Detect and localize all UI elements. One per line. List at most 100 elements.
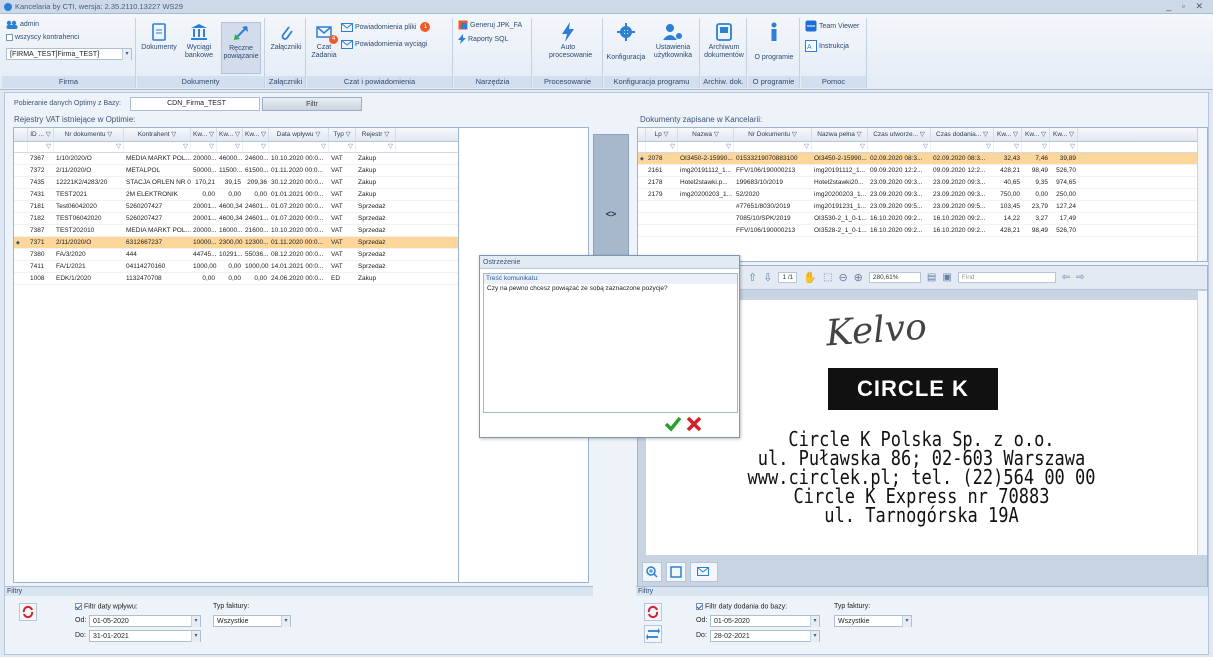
filter-funnel-icon[interactable]: ▽	[734, 142, 812, 152]
cancel-x-icon[interactable]	[685, 415, 703, 433]
filter-funnel-icon[interactable]: ▽	[356, 142, 396, 152]
column-header[interactable]: Kw... ▽	[217, 128, 243, 141]
table-row[interactable]: 7435 12221K2/4283/20 STACJA ORLEN NR 05 170…	[14, 177, 458, 189]
filter-funnel-icon[interactable]: ▽	[646, 142, 678, 152]
column-header[interactable]: Nr Dokumentu ▽	[734, 128, 812, 141]
filter-funnel-icon[interactable]: ▽	[243, 142, 269, 152]
grid-filter-row[interactable]: ▽ ▽ ▽ ▽ ▽ ▽ ▽ ▽ ▽	[638, 142, 1207, 153]
from-date-picker[interactable]: 01-05-2020 ▾	[89, 615, 201, 627]
column-header[interactable]: Czas utworze... ▽	[868, 128, 931, 141]
arrow-down-icon[interactable]: ⇩	[763, 271, 772, 284]
zoom-out-icon[interactable]: ⊖	[838, 271, 847, 284]
about-button[interactable]: O programie	[750, 22, 798, 62]
table-row[interactable]: 7181 Test06042020 5260207427 20001... 4600,3…	[14, 201, 458, 213]
refresh-icon[interactable]	[644, 603, 662, 621]
zoom-in-icon[interactable]	[642, 562, 662, 582]
column-header[interactable]: Kw... ▽	[994, 128, 1022, 141]
source-db-field[interactable]: CDN_Firma_TEST	[130, 97, 260, 111]
filter-funnel-icon[interactable]: ▽	[269, 142, 329, 152]
filter-button[interactable]: Filtr	[262, 97, 362, 111]
select-tool-icon[interactable]: ⬚	[823, 272, 832, 283]
find-input[interactable]: Find	[957, 272, 1056, 283]
page-indicator[interactable]: 1 /1	[778, 272, 798, 283]
table-row[interactable]: 2161 img20191112_1... FFV/106/190000213 img…	[638, 165, 1207, 177]
column-header[interactable]: Kontrahent ▽	[124, 128, 191, 141]
to-date-picker[interactable]: 28-02-2021 ▾	[710, 630, 820, 642]
window-controls[interactable]: _ ▫ ✕	[1166, 1, 1207, 12]
archive-button[interactable]: Archiwum dokumentów	[703, 22, 745, 60]
filter-funnel-icon[interactable]: ▽	[1050, 142, 1078, 152]
manual-button[interactable]: A Instrukcja	[805, 40, 849, 52]
column-header[interactable]: Kw... ▽	[191, 128, 217, 141]
find-next-icon[interactable]: ⇨	[1076, 272, 1084, 283]
table-row[interactable]: #77651/8030/2019 img20191231_1... 23.09.20…	[638, 201, 1207, 213]
arrow-up-icon[interactable]: ⇧	[748, 271, 757, 284]
refresh-icon[interactable]	[19, 603, 37, 621]
invoice-type-select[interactable]: Wszystkie ▾	[834, 615, 912, 627]
column-header[interactable]: Kw... ▽	[1022, 128, 1050, 141]
table-row[interactable]: 7372 2/11/2020/O METALPOL 50000... 11500... 6…	[14, 165, 458, 177]
column-header[interactable]: Nr dokumentu ▽	[54, 128, 124, 141]
table-row[interactable]: 2178 Hotel2stawki.p... 199683/10/2019 Hotel…	[638, 177, 1207, 189]
kancelaria-documents-grid[interactable]: Lp ▽ Nazwa ▽ Nr Dokumentu ▽ Nazwa pełna ▽ Cz…	[637, 127, 1208, 262]
column-header[interactable]: Kw... ▽	[1050, 128, 1078, 141]
table-row[interactable]: 7380 FA/3/2020 444 44745... 10291... 55036...…	[14, 249, 458, 261]
table-row[interactable]: 7085/10/SPK/2019 OI3530-2_1_0-1... 16.10.2…	[638, 213, 1207, 225]
filter-funnel-icon[interactable]: ▽	[1022, 142, 1050, 152]
all-contractors-checkbox[interactable]: wszyscy kontrahenci	[6, 34, 79, 41]
filter-funnel-icon[interactable]: ▽	[329, 142, 356, 152]
column-header[interactable]: Nazwa pełna ▽	[812, 128, 868, 141]
bank-statements-button[interactable]: Wyciągi bankowe	[179, 22, 219, 60]
filter-funnel-icon[interactable]: ▽	[191, 142, 217, 152]
swap-icon[interactable]	[644, 625, 662, 643]
filter-funnel-icon[interactable]: ▽	[217, 142, 243, 152]
attachments-button[interactable]: Załączniki	[268, 22, 304, 52]
table-row[interactable]: FFV/106/190000213 OI3528-2_1_0-1... 16.10.…	[638, 225, 1207, 237]
column-header[interactable]: Lp ▽	[646, 128, 678, 141]
user-button[interactable]: admin	[6, 20, 39, 29]
vat-register-grid[interactable]: ID ... ▽ Nr dokumentu ▽ Kontrahent ▽ Kw... …	[13, 127, 459, 583]
table-row[interactable]: 7182 TEST06042020 5260207427 20001... 4600,3…	[14, 213, 458, 225]
zoom-select[interactable]: 280,61%	[868, 272, 921, 283]
filter-funnel-icon[interactable]: ▽	[994, 142, 1022, 152]
filter-funnel-icon[interactable]: ▽	[28, 142, 54, 152]
find-prev-icon[interactable]: ⇦	[1062, 272, 1070, 283]
notifications-statements-button[interactable]: Powiadomienia wyciągi	[341, 40, 427, 49]
fit-page-icon[interactable]: ▤	[927, 272, 936, 283]
date-filter-checkbox[interactable]: Filtr daty wpływu:	[75, 603, 138, 610]
company-select[interactable]: [FIRMA_TEST]Firma_TEST] ▾	[6, 48, 132, 60]
date-added-filter-checkbox[interactable]: Filtr daty dodania do bazy:	[696, 603, 787, 610]
table-row[interactable]: 1008 EDK/1/2020 1132470708 0,00 0,00 0,00 24.0…	[14, 273, 458, 285]
table-row[interactable]: 7387 TEST202010 MEDIA MARKT POL... 20000...…	[14, 225, 458, 237]
hand-tool-icon[interactable]: ✋	[803, 271, 817, 284]
filter-funnel-icon[interactable]: ▽	[124, 142, 191, 152]
manual-link-button[interactable]: Ręczne powiązanie	[221, 22, 261, 74]
vertical-scrollbar[interactable]	[1197, 128, 1207, 261]
zoom-in-icon[interactable]: ⊕	[854, 271, 863, 284]
documents-button[interactable]: Dokumenty	[141, 22, 177, 52]
viewer-scrollbar[interactable]	[1197, 291, 1207, 555]
sql-reports-button[interactable]: Raporty SQL	[458, 34, 508, 44]
filter-funnel-icon[interactable]: ▽	[812, 142, 868, 152]
grid-filter-row[interactable]: ▽ ▽ ▽ ▽ ▽ ▽ ▽ ▽ ▽	[14, 142, 458, 153]
table-row[interactable]: 2179 img20200203_1... 52/2020 img20200203_1…	[638, 189, 1207, 201]
config-button[interactable]: Konfiguracja	[606, 22, 646, 62]
auto-process-button[interactable]: Auto procesowanie	[537, 22, 599, 60]
table-row[interactable]: 7431 TEST2021 2M ELEKTRONIK 0,00 0,00 0,00 01.…	[14, 189, 458, 201]
teamviewer-button[interactable]: Team Viewer	[805, 20, 859, 32]
filter-funnel-icon[interactable]: ▽	[678, 142, 734, 152]
from-date-picker[interactable]: 01-05-2020 ▾	[710, 615, 820, 627]
user-settings-button[interactable]: Ustawienia użytkownika	[648, 22, 698, 60]
column-header[interactable]: Data wpływu ▽	[269, 128, 329, 141]
column-header[interactable]: Typ ▽	[329, 128, 356, 141]
to-date-picker[interactable]: 31-01-2021 ▾	[89, 630, 201, 642]
column-header[interactable]: ID ... ▽	[28, 128, 54, 141]
jpk-button[interactable]: Generuj JPK_FA	[458, 20, 522, 30]
checkbox[interactable]	[696, 603, 703, 610]
column-header[interactable]: Czas dodania... ▽	[931, 128, 994, 141]
filter-funnel-icon[interactable]: ▽	[931, 142, 994, 152]
table-row[interactable]: ◆ 7371 2/11/2020/O 6312667237 10000... 2300,0…	[14, 237, 458, 249]
table-row[interactable]: 7411 FA/1/2021 04114270160 1000,00 0,00 1000,…	[14, 261, 458, 273]
tasks-label[interactable]: Zadania	[311, 52, 337, 60]
table-row[interactable]: 7367 1/10/2020/O MEDIA MARKT POL... 20000..…	[14, 153, 458, 165]
